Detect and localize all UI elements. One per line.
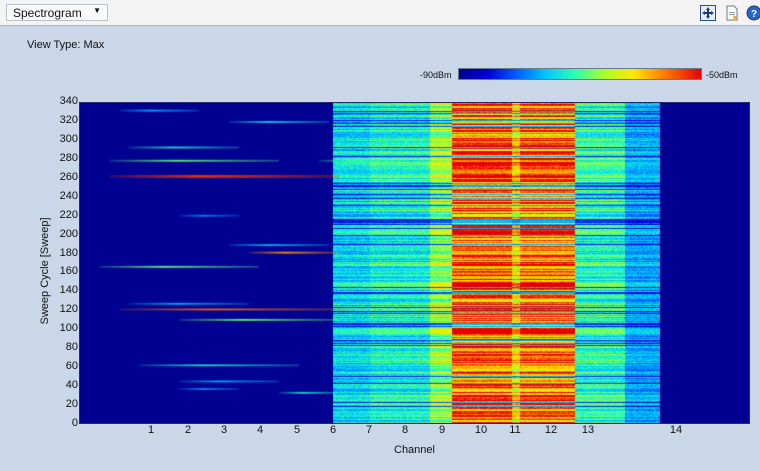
view-selector-dropdown[interactable]: Spectrogram ▼: [6, 4, 108, 21]
move-cross-icon[interactable]: [700, 5, 716, 21]
svg-text:?: ?: [751, 9, 757, 20]
y-tick-label: 180: [59, 246, 78, 259]
x-tick-label: 6: [329, 424, 337, 436]
x-tick-label: 14: [669, 424, 683, 436]
x-tick-label: 13: [581, 424, 595, 436]
y-tick-label: 160: [59, 265, 78, 278]
x-tick-label: 10: [474, 424, 488, 436]
y-tick-label: 320: [59, 113, 78, 126]
view-type-label: View Type: Max: [27, 39, 105, 51]
x-tick-label: 1: [147, 424, 155, 436]
y-tick-label: 20: [65, 398, 78, 411]
x-tick-label: 12: [544, 424, 558, 436]
x-tick-label: 2: [184, 424, 192, 436]
y-tick-label: 100: [59, 322, 78, 335]
y-tick-label: 260: [59, 170, 78, 183]
spectrogram-canvas: [79, 102, 750, 424]
x-tick-label: 4: [256, 424, 264, 436]
y-tick-label: 200: [59, 227, 78, 240]
view-selector-value: Spectrogram: [13, 5, 82, 20]
y-tick-label: 340: [59, 95, 78, 107]
colorbar-min-label: -90dBm: [420, 70, 452, 80]
x-tick-label: 9: [438, 424, 446, 436]
x-axis-label: Channel: [394, 444, 435, 456]
y-tick-label: 300: [59, 132, 78, 145]
export-document-icon[interactable]: [724, 5, 740, 21]
x-tick-label: 11: [509, 424, 521, 436]
y-tick-label: 80: [65, 341, 78, 354]
toolbar: Spectrogram ▼ ?: [0, 0, 760, 26]
x-tick-label: 5: [293, 424, 301, 436]
y-tick-label: 280: [59, 151, 78, 164]
x-tick-label: 7: [365, 424, 373, 436]
chevron-down-icon: ▼: [93, 6, 101, 15]
y-tick-label: 0: [71, 417, 78, 429]
help-icon[interactable]: ?: [746, 5, 760, 21]
y-tick-label: 60: [65, 360, 78, 373]
y-tick-label: 220: [59, 208, 78, 221]
colorbar-max-label: -50dBm: [706, 70, 738, 80]
x-tick-label: 3: [220, 424, 228, 436]
colorbar: [458, 68, 702, 80]
y-tick-label: 140: [59, 284, 78, 297]
y-tick-label: 240: [59, 189, 78, 202]
y-tick-label: 40: [65, 379, 78, 392]
x-tick-label: 8: [401, 424, 409, 436]
spectrogram-heatmap: [79, 102, 750, 424]
y-tick-label: 120: [59, 303, 78, 316]
